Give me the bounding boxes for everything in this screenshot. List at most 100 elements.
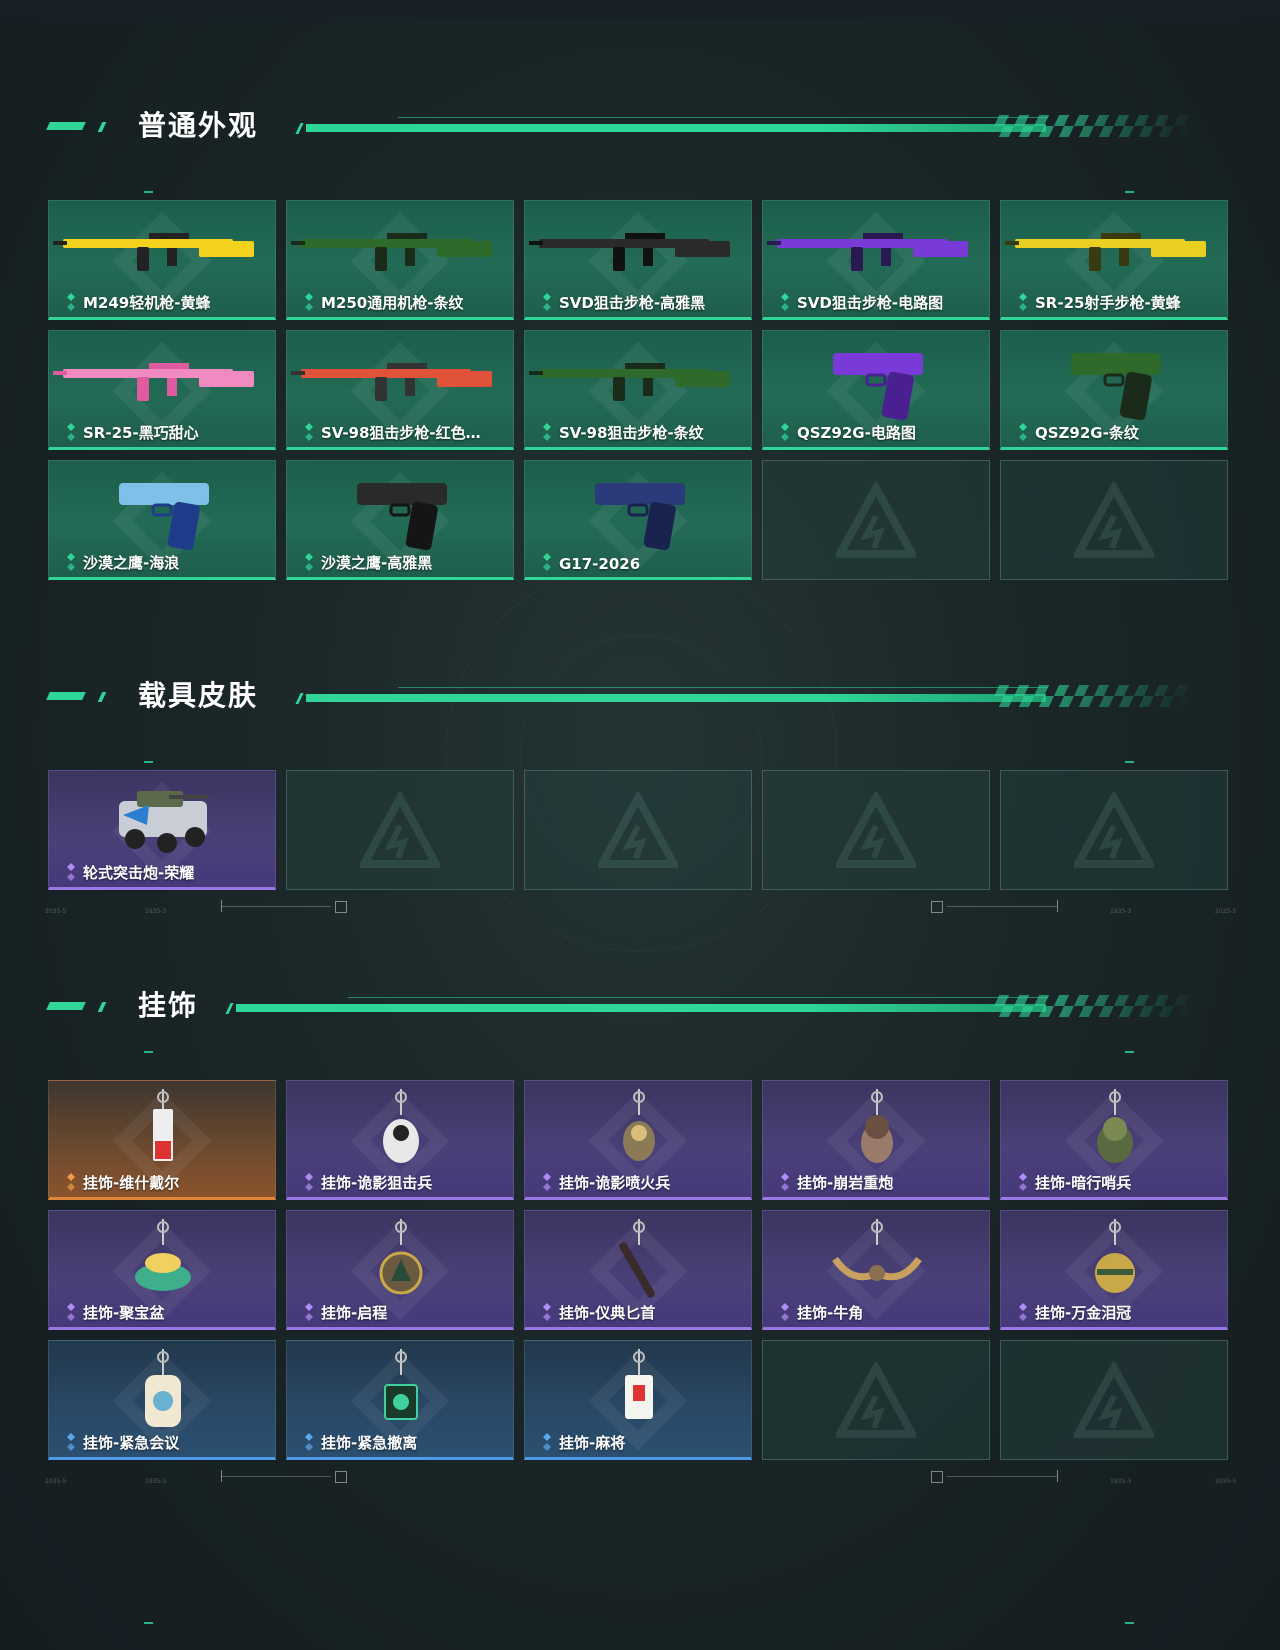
header-dash-icon — [97, 122, 107, 132]
item-card[interactable]: SVD狙击步枪-高雅黑 — [524, 200, 752, 320]
item-image — [357, 483, 447, 551]
deco-code: 1935-3 — [1110, 908, 1132, 915]
item-image — [1005, 233, 1206, 271]
rarity-diamond-icon — [67, 553, 75, 571]
item-card[interactable]: 挂饰-万金泪冠 — [1000, 1210, 1228, 1330]
item-card[interactable]: 沙漠之鹰-海浪 — [48, 460, 276, 580]
item-label: M249轻机枪-黄蜂 — [83, 294, 211, 312]
rarity-diamond-icon — [305, 423, 313, 441]
item-card[interactable]: 挂饰-紧急会议 — [48, 1340, 276, 1460]
rarity-diamond-icon — [305, 1173, 313, 1191]
item-label: 挂饰-聚宝盆 — [83, 1304, 165, 1322]
item-card[interactable]: SR-25射手步枪-黄蜂 — [1000, 200, 1228, 320]
deco-code: 2035-5 — [1215, 908, 1237, 915]
logo-watermark-icon — [836, 482, 916, 558]
item-label: 挂饰-紧急会议 — [83, 1434, 180, 1452]
deco-square — [931, 1471, 943, 1483]
item-image — [53, 233, 254, 271]
item-card[interactable]: 挂饰-维什戴尔 — [48, 1080, 276, 1200]
item-image — [861, 1089, 893, 1163]
item-card[interactable]: M249轻机枪-黄蜂 — [48, 200, 276, 320]
section-header-weapon-skins: 普通外观 — [46, 108, 1200, 148]
item-card[interactable]: SVD狙击步枪-电路图 — [762, 200, 990, 320]
section-title: 挂饰 — [138, 989, 199, 1022]
item-card[interactable]: M250通用机枪-条纹 — [286, 200, 514, 320]
item-label: SV-98狙击步枪-红色… — [321, 424, 481, 442]
item-card[interactable]: 挂饰-仪典匕首 — [524, 1210, 752, 1330]
rarity-diamond-icon — [67, 423, 75, 441]
section-header-charms: 挂饰 — [46, 988, 1200, 1028]
item-image — [1097, 1089, 1133, 1163]
header-dash-icon — [97, 1002, 107, 1012]
rarity-diamond-icon — [781, 1303, 789, 1321]
item-label: QSZ92G-电路图 — [797, 424, 916, 442]
item-image — [135, 1219, 191, 1291]
deco-square — [335, 901, 347, 913]
corner-mark — [1125, 191, 1134, 193]
corner-mark — [1125, 761, 1134, 763]
item-label: 挂饰-暗行哨兵 — [1035, 1174, 1132, 1192]
deco-code: 2035-5 — [1215, 1478, 1237, 1485]
item-card[interactable]: 挂饰-崩岩重炮 — [762, 1080, 990, 1200]
empty-slot — [524, 770, 752, 890]
header-tick — [295, 693, 304, 704]
item-image — [767, 233, 968, 271]
item-label: 挂饰-紧急撤离 — [321, 1434, 418, 1452]
item-card[interactable]: 挂饰-暗行哨兵 — [1000, 1080, 1228, 1200]
item-card[interactable]: 挂饰-启程 — [286, 1210, 514, 1330]
item-label: 挂饰-崩岩重炮 — [797, 1174, 894, 1192]
logo-watermark-icon — [1074, 482, 1154, 558]
rarity-diamond-icon — [543, 293, 551, 311]
empty-slot — [762, 770, 990, 890]
item-card[interactable]: SV-98狙击步枪-条纹 — [524, 330, 752, 450]
item-image — [832, 1219, 922, 1281]
rarity-diamond-icon — [1019, 423, 1027, 441]
item-card[interactable]: SR-25-黑巧甜心 — [48, 330, 276, 450]
section-header-vehicle-skins: 载具皮肤 — [46, 678, 1200, 718]
item-image — [153, 1089, 173, 1161]
item-card[interactable]: QSZ92G-条纹 — [1000, 330, 1228, 450]
deco-square — [931, 901, 943, 913]
item-label: 挂饰-维什戴尔 — [83, 1174, 180, 1192]
logo-watermark-icon — [836, 1362, 916, 1438]
item-card[interactable]: 轮式突击炮-荣耀 — [48, 770, 276, 890]
item-label: 沙漠之鹰-海浪 — [83, 554, 180, 572]
item-card[interactable]: SV-98狙击步枪-红色… — [286, 330, 514, 450]
item-card[interactable]: 沙漠之鹰-高雅黑 — [286, 460, 514, 580]
item-card[interactable]: 挂饰-紧急撤离 — [286, 1340, 514, 1460]
item-image — [119, 791, 209, 853]
item-card[interactable]: G17-2026 — [524, 460, 752, 580]
rarity-diamond-icon — [305, 553, 313, 571]
item-label: 挂饰-麻将 — [559, 1434, 626, 1452]
empty-slot — [1000, 770, 1228, 890]
empty-slot — [1000, 1340, 1228, 1460]
deco-code: 1935-3 — [145, 1478, 167, 1485]
item-card[interactable]: 挂饰-麻将 — [524, 1340, 752, 1460]
item-label: SR-25射手步枪-黄蜂 — [1035, 294, 1181, 312]
rarity-diamond-icon — [543, 1303, 551, 1321]
item-label: 挂饰-启程 — [321, 1304, 388, 1322]
header-checker-pattern — [988, 115, 1200, 137]
rarity-diamond-icon — [781, 423, 789, 441]
item-card[interactable]: 挂饰-诡影狙击兵 — [286, 1080, 514, 1200]
header-dash-icon — [97, 692, 107, 702]
logo-watermark-icon — [1074, 792, 1154, 868]
corner-mark — [144, 1622, 153, 1624]
item-image — [1071, 353, 1161, 421]
header-dash-icon — [46, 1002, 86, 1010]
item-image — [1095, 1219, 1135, 1293]
item-label: SV-98狙击步枪-条纹 — [559, 424, 704, 442]
logo-watermark-icon — [360, 792, 440, 868]
deco-code: 2035-5 — [45, 908, 67, 915]
item-card[interactable]: 挂饰-聚宝盆 — [48, 1210, 276, 1330]
header-tick — [295, 123, 304, 134]
item-image — [145, 1349, 181, 1427]
item-card[interactable]: 挂饰-诡影喷火兵 — [524, 1080, 752, 1200]
item-image — [619, 1219, 655, 1298]
item-image — [595, 483, 685, 551]
empty-slot — [762, 460, 990, 580]
item-card[interactable]: QSZ92G-电路图 — [762, 330, 990, 450]
item-card[interactable]: 挂饰-牛角 — [762, 1210, 990, 1330]
item-image — [529, 233, 730, 271]
empty-slot — [286, 770, 514, 890]
